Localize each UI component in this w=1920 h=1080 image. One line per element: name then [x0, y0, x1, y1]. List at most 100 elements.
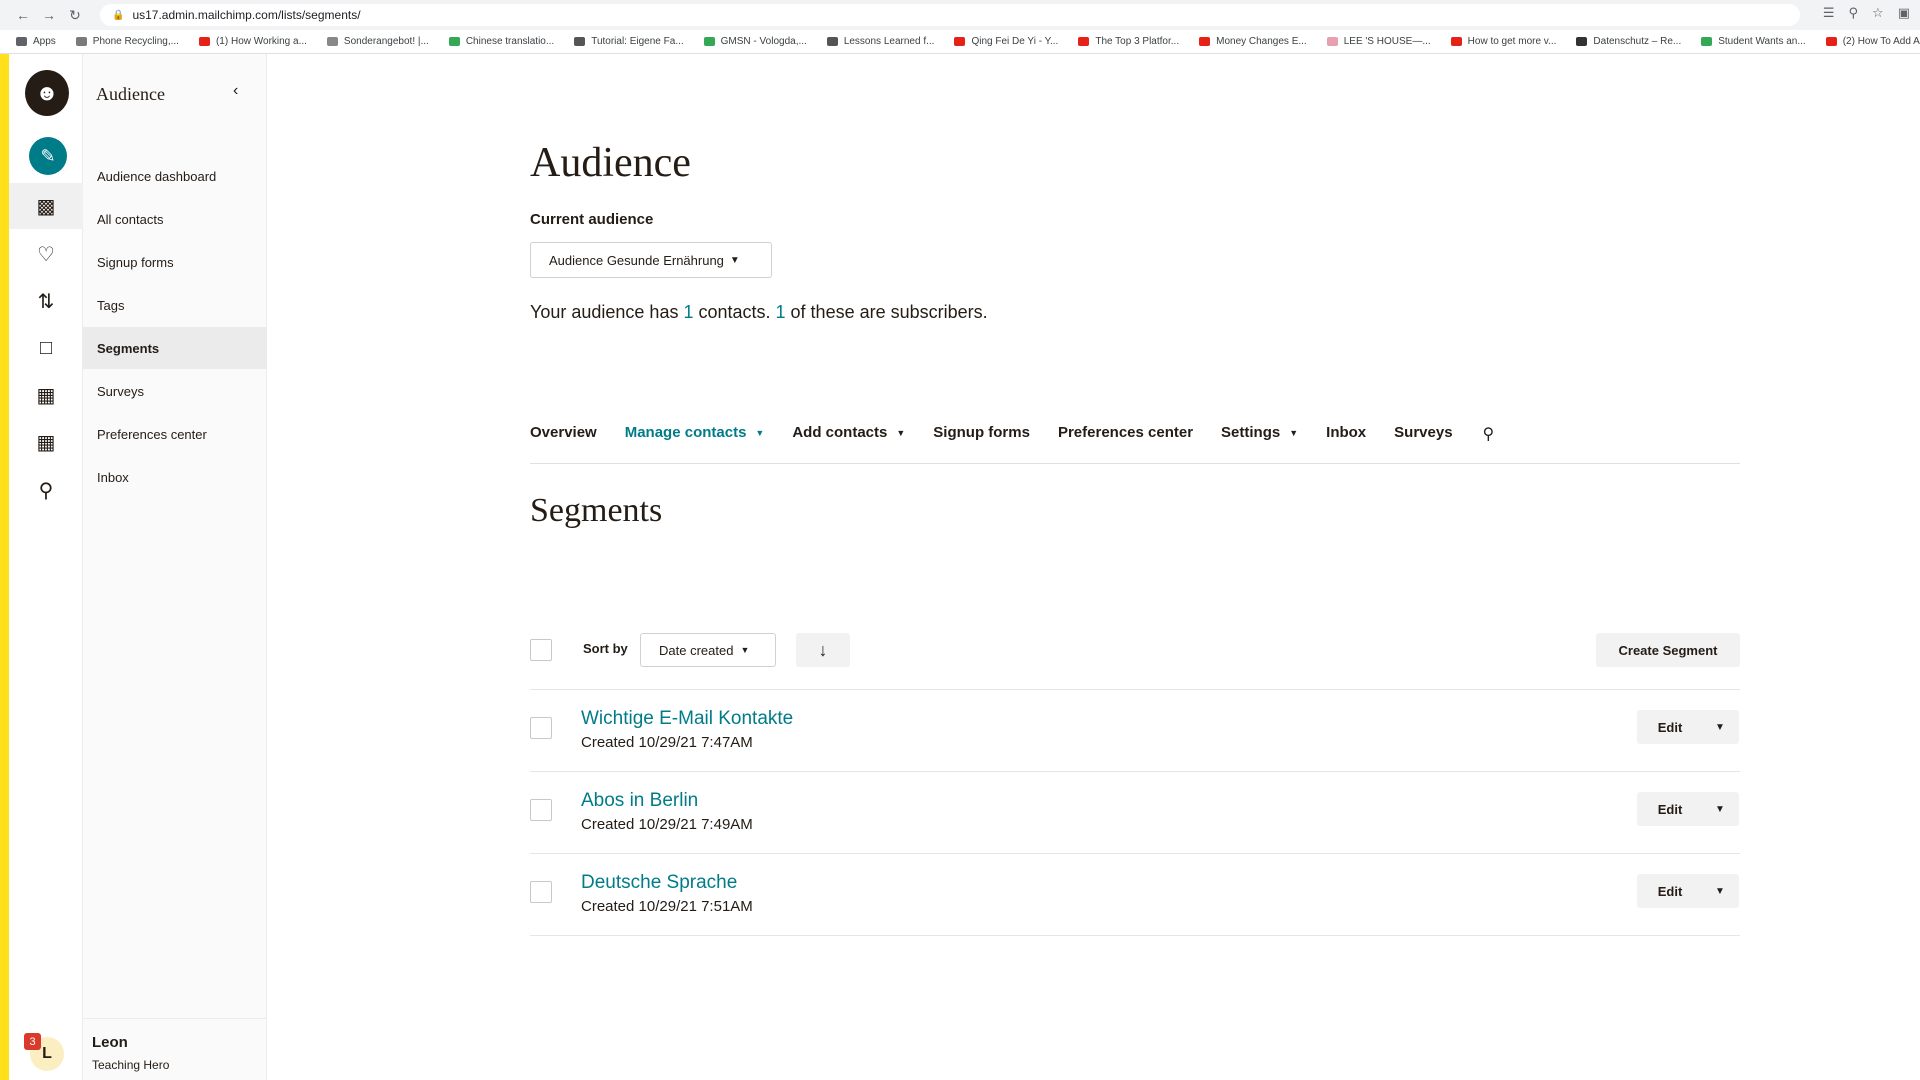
- tab-settings[interactable]: Settings ▼: [1221, 424, 1298, 441]
- user-role: Teaching Hero: [92, 1058, 170, 1072]
- translate-icon[interactable]: ☰: [1823, 5, 1835, 21]
- bookmark-item[interactable]: How to get more v...: [1450, 36, 1556, 47]
- audience-selected-value: Audience Gesunde Ernährung: [549, 252, 724, 268]
- segment-created-date: Created 10/29/21 7:49AM: [581, 816, 753, 833]
- sidebar: Audience ‹ Audience dashboard All contac…: [83, 54, 267, 1080]
- chevron-down-icon: ▼: [729, 254, 740, 266]
- sidebar-item-inbox[interactable]: Inbox: [83, 456, 267, 498]
- bookmarks-bar: Apps Phone Recycling,... (1) How Working…: [0, 30, 1920, 54]
- sort-value: Date created: [659, 642, 734, 658]
- bookmark-favicon-icon: [826, 37, 838, 46]
- contacts-count: 1: [683, 302, 694, 322]
- tab-preferences-center[interactable]: Preferences center: [1058, 424, 1193, 441]
- table-row: Abos in Berlin Created 10/29/21 7:49AM E…: [530, 772, 1740, 854]
- bookmark-favicon-icon: [703, 37, 715, 46]
- sort-select[interactable]: Date created ▼: [640, 633, 776, 667]
- bookmark-item[interactable]: Qing Fei De Yi - Y...: [954, 36, 1058, 47]
- bookmark-favicon-icon: [1326, 37, 1338, 46]
- tab-surveys[interactable]: Surveys: [1394, 424, 1452, 441]
- sidebar-item-segments[interactable]: Segments: [83, 327, 267, 369]
- edit-button[interactable]: Edit ▼: [1637, 710, 1739, 744]
- audience-icon[interactable]: ▩: [9, 183, 83, 229]
- arrow-down-icon[interactable]: ↓: [796, 633, 850, 667]
- bookmark-item[interactable]: Tutorial: Eigene Fa...: [574, 36, 684, 47]
- collapse-chevron-icon[interactable]: ‹: [233, 82, 238, 100]
- chevron-down-icon: ▼: [740, 645, 750, 655]
- tab-signup-forms[interactable]: Signup forms: [933, 424, 1030, 441]
- website-icon[interactable]: □: [9, 325, 83, 371]
- back-icon[interactable]: ←: [12, 4, 34, 26]
- extension-icon[interactable]: ▣: [1898, 5, 1910, 21]
- current-audience-label: Current audience: [530, 211, 654, 228]
- segment-created-date: Created 10/29/21 7:47AM: [581, 734, 753, 751]
- bookmark-item[interactable]: (2) How To Add A...: [1825, 36, 1920, 47]
- table-row: Wichtige E-Mail Kontakte Created 10/29/2…: [530, 690, 1740, 772]
- sidebar-item-preferences-center[interactable]: Preferences center: [83, 413, 267, 455]
- forward-icon[interactable]: →: [38, 4, 60, 26]
- bookmark-item[interactable]: Apps: [16, 36, 56, 47]
- bookmark-item[interactable]: Lessons Learned f...: [826, 36, 934, 47]
- sidebar-item-all-contacts[interactable]: All contacts: [83, 198, 267, 240]
- bookmark-item[interactable]: GMSN - Vologda,...: [703, 36, 807, 47]
- segments-title: Segments: [530, 492, 663, 529]
- search-icon[interactable]: ⚲: [9, 467, 83, 513]
- segment-name-link[interactable]: Abos in Berlin: [581, 790, 698, 812]
- row-checkbox[interactable]: [530, 717, 552, 739]
- subscribers-count: 1: [775, 302, 786, 322]
- sidebar-item-tags[interactable]: Tags: [83, 284, 267, 326]
- sidebar-item-audience-dashboard[interactable]: Audience dashboard: [83, 155, 267, 197]
- user-name[interactable]: Leon: [92, 1034, 128, 1051]
- bookmark-item[interactable]: Chinese translatio...: [448, 36, 554, 47]
- bookmark-favicon-icon: [326, 37, 338, 46]
- automations-icon[interactable]: ⇅: [9, 278, 83, 324]
- bookmark-item[interactable]: (1) How Working a...: [198, 36, 307, 47]
- mailchimp-logo-icon[interactable]: ☻: [25, 70, 69, 116]
- youtube-icon: [1199, 37, 1211, 46]
- campaigns-icon[interactable]: ♡: [9, 231, 83, 277]
- audience-selector[interactable]: Audience Gesunde Ernährung ▼: [530, 242, 772, 278]
- audience-tabs: Overview Manage contacts ▼ Add contacts ▼ …: [530, 424, 1740, 464]
- segment-name-link[interactable]: Wichtige E-Mail Kontakte: [581, 708, 793, 730]
- chevron-down-icon: ▼: [755, 427, 765, 438]
- integrations-icon[interactable]: ▦: [9, 419, 83, 465]
- row-checkbox[interactable]: [530, 881, 552, 903]
- reload-icon[interactable]: ↻: [64, 4, 86, 26]
- zoom-icon[interactable]: ⚲: [1849, 5, 1859, 21]
- segment-created-date: Created 10/29/21 7:51AM: [581, 898, 753, 915]
- youtube-icon: [954, 37, 966, 46]
- search-icon[interactable]: ⚲: [1483, 424, 1495, 444]
- bookmark-item[interactable]: Sonderangebot! |...: [326, 36, 429, 47]
- tab-manage-contacts[interactable]: Manage contacts ▼: [625, 424, 765, 441]
- bookmark-item[interactable]: Money Changes E...: [1199, 36, 1307, 47]
- bookmark-item[interactable]: Phone Recycling,...: [75, 36, 179, 47]
- chevron-down-icon: ▼: [1289, 427, 1299, 438]
- bookmark-item[interactable]: Datenschutz – Re...: [1576, 36, 1681, 47]
- bookmark-item[interactable]: The Top 3 Platfor...: [1078, 36, 1179, 47]
- bookmark-favicon-icon: [1576, 37, 1588, 46]
- segment-name-link[interactable]: Deutsche Sprache: [581, 872, 737, 894]
- select-all-checkbox[interactable]: [530, 639, 552, 661]
- sidebar-item-surveys[interactable]: Surveys: [83, 370, 267, 412]
- address-bar[interactable]: 🔒 us17.admin.mailchimp.com/lists/segment…: [100, 4, 1800, 26]
- notification-badge[interactable]: 3: [24, 1033, 41, 1050]
- edit-button[interactable]: Edit ▼: [1637, 874, 1739, 908]
- brand-edge: [0, 54, 9, 1080]
- sidebar-item-signup-forms[interactable]: Signup forms: [83, 241, 267, 283]
- icon-rail: ☻ ✎ ▩ ♡ ⇅ □ ▦ ▦ ⚲: [9, 54, 83, 1080]
- content-icon[interactable]: ▦: [9, 372, 83, 418]
- bookmark-item[interactable]: Student Wants an...: [1701, 36, 1806, 47]
- row-checkbox[interactable]: [530, 799, 552, 821]
- chevron-down-icon[interactable]: ▼: [1715, 722, 1725, 733]
- bookmark-item[interactable]: LEE 'S HOUSE—...: [1326, 36, 1431, 47]
- tab-inbox[interactable]: Inbox: [1326, 424, 1366, 441]
- sort-label: Sort by: [583, 641, 628, 656]
- tab-add-contacts[interactable]: Add contacts ▼: [792, 424, 905, 441]
- edit-button[interactable]: Edit ▼: [1637, 792, 1739, 826]
- segments-toolbar: Sort by Date created ▼ ↓ Create Segment: [530, 632, 1740, 690]
- chevron-down-icon[interactable]: ▼: [1715, 804, 1725, 815]
- create-segment-button[interactable]: Create Segment: [1596, 633, 1740, 667]
- chevron-down-icon[interactable]: ▼: [1715, 886, 1725, 897]
- tab-overview[interactable]: Overview: [530, 424, 597, 441]
- bookmark-star-icon[interactable]: ☆: [1872, 5, 1884, 21]
- create-icon[interactable]: ✎: [29, 137, 67, 175]
